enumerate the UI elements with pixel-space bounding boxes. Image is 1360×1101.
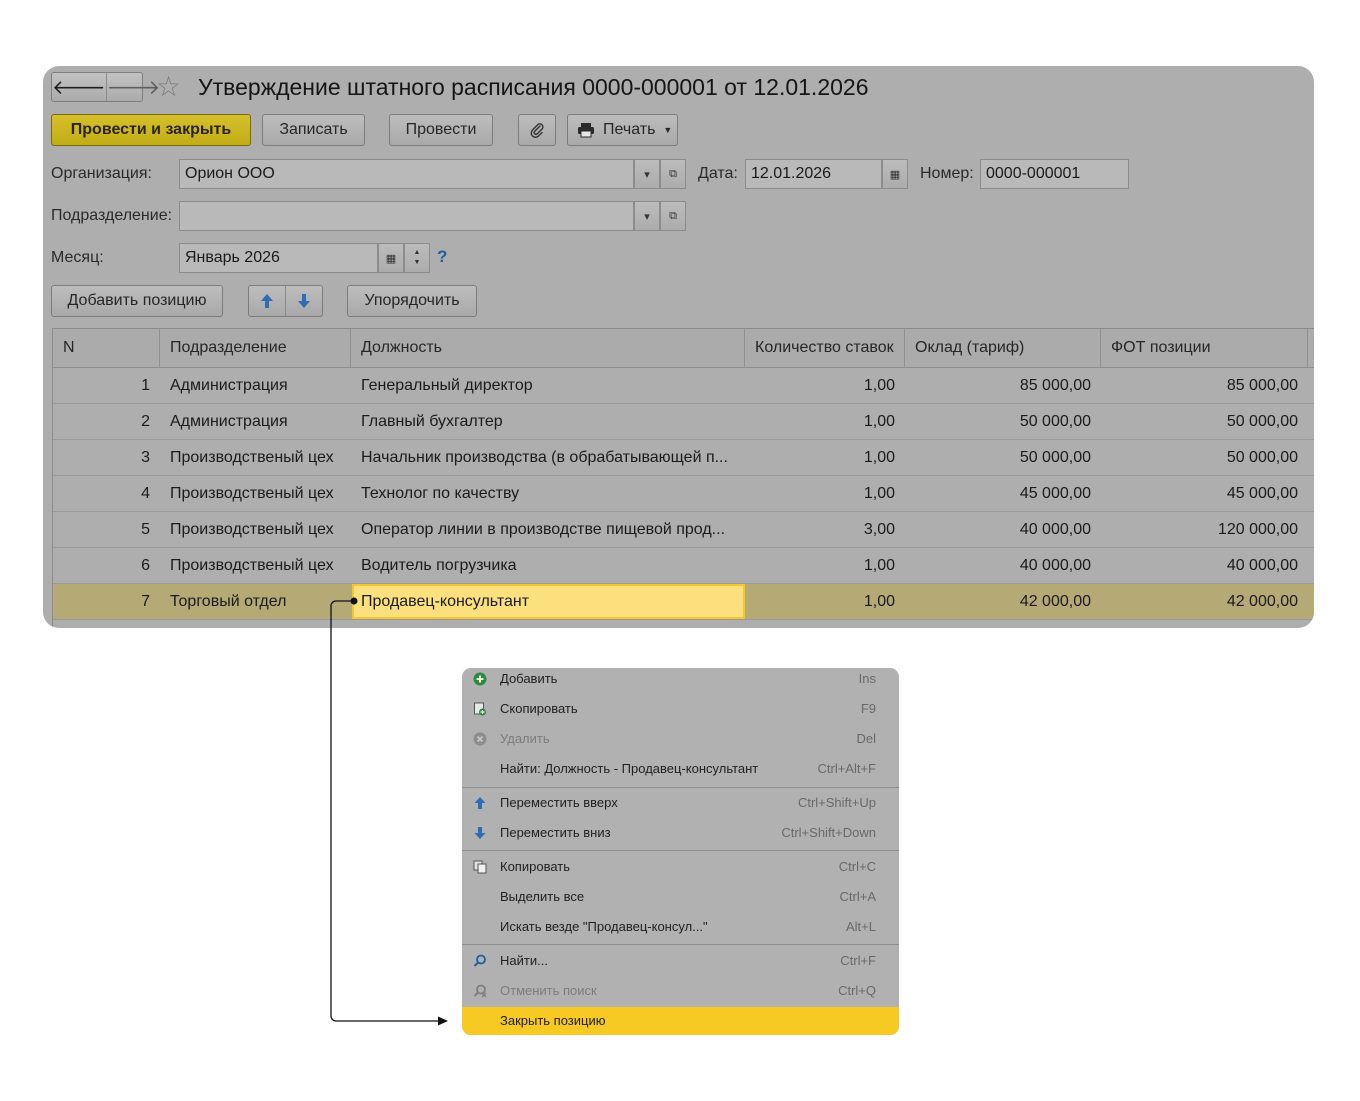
menu-item-label: Переместить вниз [500,825,611,840]
menu-item-shortcut: Ctrl+Shift+Down [781,825,876,840]
menu-item-cancel-search[interactable]: Отменить поиск Ctrl+Q [462,980,899,1010]
menu-item-shortcut: Ctrl+A [839,889,876,904]
menu-item-shortcut: Ctrl+Q [838,983,876,998]
arrow-up-icon [474,797,486,809]
menu-item-label: Искать везде "Продавец-консул..." [500,919,708,934]
menu-item-shortcut: Ins [858,671,876,686]
menu-item-label: Выделить все [500,889,585,904]
copy-icon [473,860,487,874]
copy-add-icon [474,702,486,716]
menu-item-shortcut: Ctrl+Shift+Up [797,795,876,810]
menu-item-shortcut: Alt+L [846,919,876,934]
menu-item-label: Переместить вверх [500,795,618,810]
menu-item-label: Удалить [500,731,550,746]
menu-item-label: Закрыть позицию [500,1013,606,1028]
delete-circle-icon [473,732,487,746]
menu-item-add[interactable]: Добавить Ins [462,668,899,698]
menu-item-label: Добавить [500,671,558,686]
menu-item-label: Найти... [500,953,548,968]
menu-item-shortcut: Ctrl+C [838,859,876,874]
menu-item-label: Копировать [500,859,570,874]
search-icon [473,954,486,967]
menu-item-close-position[interactable]: Закрыть позицию [462,1007,899,1035]
menu-item-select-all[interactable]: Выделить все Ctrl+A [462,886,899,916]
arrow-down-icon [474,827,486,839]
menu-item-shortcut: F9 [860,701,876,716]
menu-item-shortcut: Del [856,731,876,746]
add-circle-icon [473,672,487,686]
menu-item-move-up[interactable]: Переместить вверх Ctrl+Shift+Up [462,792,899,822]
menu-separator [462,944,899,945]
menu-item-shortcut: Ctrl+F [840,953,876,968]
menu-item-label: Отменить поиск [500,983,597,998]
menu-item-copy-row[interactable]: Скопировать F9 [462,698,899,728]
menu-item-copy[interactable]: Копировать Ctrl+C [462,856,899,886]
menu-item-find-value[interactable]: Найти: Должность - Продавец-консультант … [462,758,899,788]
menu-item-label: Скопировать [500,701,578,716]
menu-item-find[interactable]: Найти... Ctrl+F [462,950,899,980]
menu-item-shortcut: Ctrl+Alt+F [817,761,876,776]
menu-separator [462,787,899,788]
context-menu: Добавить Ins Скопировать F9 Удалить Del … [462,668,899,1035]
cancel-search-icon [473,984,487,998]
menu-item-label: Найти: Должность - Продавец-консультант [500,761,759,776]
menu-item-move-down[interactable]: Переместить вниз Ctrl+Shift+Down [462,822,899,852]
menu-item-search-everywhere[interactable]: Искать везде "Продавец-консул..." Alt+L [462,916,899,946]
menu-item-delete[interactable]: Удалить Del [462,728,899,758]
menu-separator [462,850,899,851]
